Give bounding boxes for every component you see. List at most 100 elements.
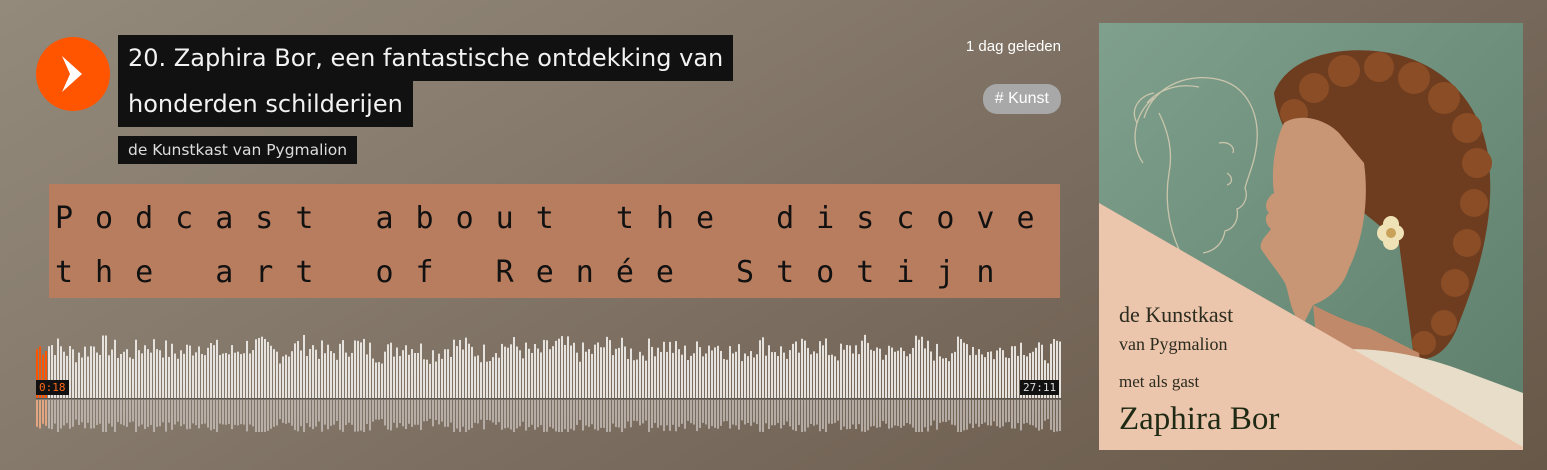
- waveform-bar-reflection: [1038, 400, 1040, 431]
- waveform-bar-reflection: [567, 400, 569, 432]
- waveform-bar-reflection: [465, 400, 467, 432]
- waveform-bar-reflection: [69, 400, 71, 429]
- waveform-bar-reflection: [471, 400, 473, 429]
- waveform-bar-reflection: [345, 400, 347, 425]
- waveform-bar: [156, 349, 158, 398]
- waveform-bar-reflection: [447, 400, 449, 427]
- waveform-bar-reflection: [660, 400, 662, 426]
- waveform-bar: [753, 357, 755, 398]
- waveform-bar: [321, 340, 323, 398]
- waveform-bar: [813, 351, 815, 398]
- waveform-bar: [903, 351, 905, 398]
- waveform-bar: [507, 347, 509, 398]
- waveform[interactable]: [36, 320, 1062, 432]
- waveform-bar-reflection: [999, 400, 1001, 428]
- waveform-bar: [525, 342, 527, 398]
- track-artwork[interactable]: de Kunstkast van Pygmalion met als gast …: [1099, 23, 1523, 450]
- waveform-bar-reflection: [297, 400, 299, 432]
- waveform-bar-reflection: [534, 400, 536, 430]
- artwork-text-line-2: van Pygmalion: [1119, 334, 1228, 354]
- waveform-bar: [498, 357, 500, 398]
- waveform-bar-reflection: [540, 400, 542, 426]
- waveform-bar-reflection: [861, 400, 863, 432]
- waveform-bar: [945, 357, 947, 398]
- waveform-bar: [615, 348, 617, 398]
- genre-tag[interactable]: # Kunst: [982, 84, 1061, 114]
- waveform-bar: [264, 338, 266, 398]
- waveform-bar-reflection: [54, 400, 56, 424]
- waveform-bar-reflection: [732, 400, 734, 425]
- waveform-bar: [738, 344, 740, 398]
- waveform-bar-reflection: [189, 400, 191, 429]
- waveform-bar-reflection: [348, 400, 350, 423]
- waveform-bar-reflection: [477, 400, 479, 424]
- waveform-bar-reflection: [699, 400, 701, 428]
- waveform-bar-reflection: [468, 400, 470, 430]
- waveform-bar-reflection: [564, 400, 566, 430]
- waveform-bar: [624, 346, 626, 398]
- waveform-bar: [210, 342, 212, 398]
- waveform-bar-reflection: [855, 400, 857, 429]
- duration: 27:11: [1020, 380, 1060, 395]
- waveform-bar-reflection: [396, 400, 398, 428]
- waveform-bar-reflection: [504, 400, 506, 429]
- waveform-bar: [765, 355, 767, 398]
- waveform-bar-reflection: [411, 400, 413, 427]
- waveform-bar-reflection: [780, 400, 782, 429]
- waveform-bar-reflection: [393, 400, 395, 423]
- waveform-bar: [705, 353, 707, 398]
- waveform-bar-reflection: [294, 400, 296, 431]
- waveform-bar: [630, 348, 632, 398]
- artist-name[interactable]: de Kunstkast van Pygmalion: [118, 136, 358, 164]
- waveform-bar: [1017, 355, 1019, 398]
- waveform-bar: [717, 345, 719, 398]
- waveform-bar-reflection: [984, 400, 986, 423]
- waveform-bar: [999, 347, 1001, 398]
- waveform-bar: [933, 360, 935, 398]
- waveform-bar: [462, 349, 464, 398]
- waveform-bar-reflection: [783, 400, 785, 425]
- waveform-bar: [975, 354, 977, 398]
- waveform-bar-reflection: [243, 400, 245, 425]
- waveform-bar-reflection: [531, 400, 533, 425]
- waveform-bar: [810, 354, 812, 398]
- waveform-bar: [735, 351, 737, 398]
- waveform-bar-reflection: [495, 400, 497, 425]
- waveform-bar: [231, 345, 233, 398]
- waveform-bar-reflection: [810, 400, 812, 425]
- waveform-bar-reflection: [594, 400, 596, 430]
- waveform-bar-reflection: [285, 400, 287, 424]
- waveform-bar-reflection: [240, 400, 242, 425]
- waveform-bar-reflection: [672, 400, 674, 425]
- waveform-bar-reflection: [1026, 400, 1028, 423]
- waveform-bar-reflection: [270, 400, 272, 429]
- waveform-bar-reflection: [981, 400, 983, 424]
- waveform-bar: [756, 354, 758, 398]
- waveform-bar: [816, 353, 818, 398]
- track-title-line-1[interactable]: 20. Zaphira Bor, een fantastische ontdek…: [118, 35, 734, 81]
- waveform-bar-reflection: [501, 400, 503, 430]
- waveform-bar-reflection: [51, 400, 53, 430]
- waveform-bar-reflection: [804, 400, 806, 432]
- waveform-bar: [822, 345, 824, 398]
- waveform-bar-reflection: [192, 400, 194, 424]
- waveform-bar: [513, 337, 515, 398]
- waveform-bar-reflection: [687, 400, 689, 421]
- waveform-bar-reflection: [591, 400, 593, 425]
- waveform-bar: [519, 350, 521, 398]
- waveform-bar-reflection: [1047, 400, 1049, 420]
- waveform-bar-reflection: [234, 400, 236, 425]
- waveform-bar-reflection: [111, 400, 113, 427]
- waveform-bar-reflection: [741, 400, 743, 421]
- waveform-bar: [486, 361, 488, 398]
- description-line-2: the art of Renée Stotijn (Dutch): [55, 255, 1060, 290]
- waveform-bar: [528, 348, 530, 398]
- waveform-bar-reflection: [900, 400, 902, 428]
- waveform-bar: [564, 344, 566, 398]
- waveform-bar-reflection: [423, 400, 425, 422]
- play-button[interactable]: [36, 37, 110, 111]
- waveform-bar-reflection: [786, 400, 788, 422]
- track-title-line-2[interactable]: honderden schilderijen: [118, 81, 413, 127]
- waveform-bar-reflection: [1032, 400, 1034, 426]
- waveform-bar-reflection: [105, 400, 107, 432]
